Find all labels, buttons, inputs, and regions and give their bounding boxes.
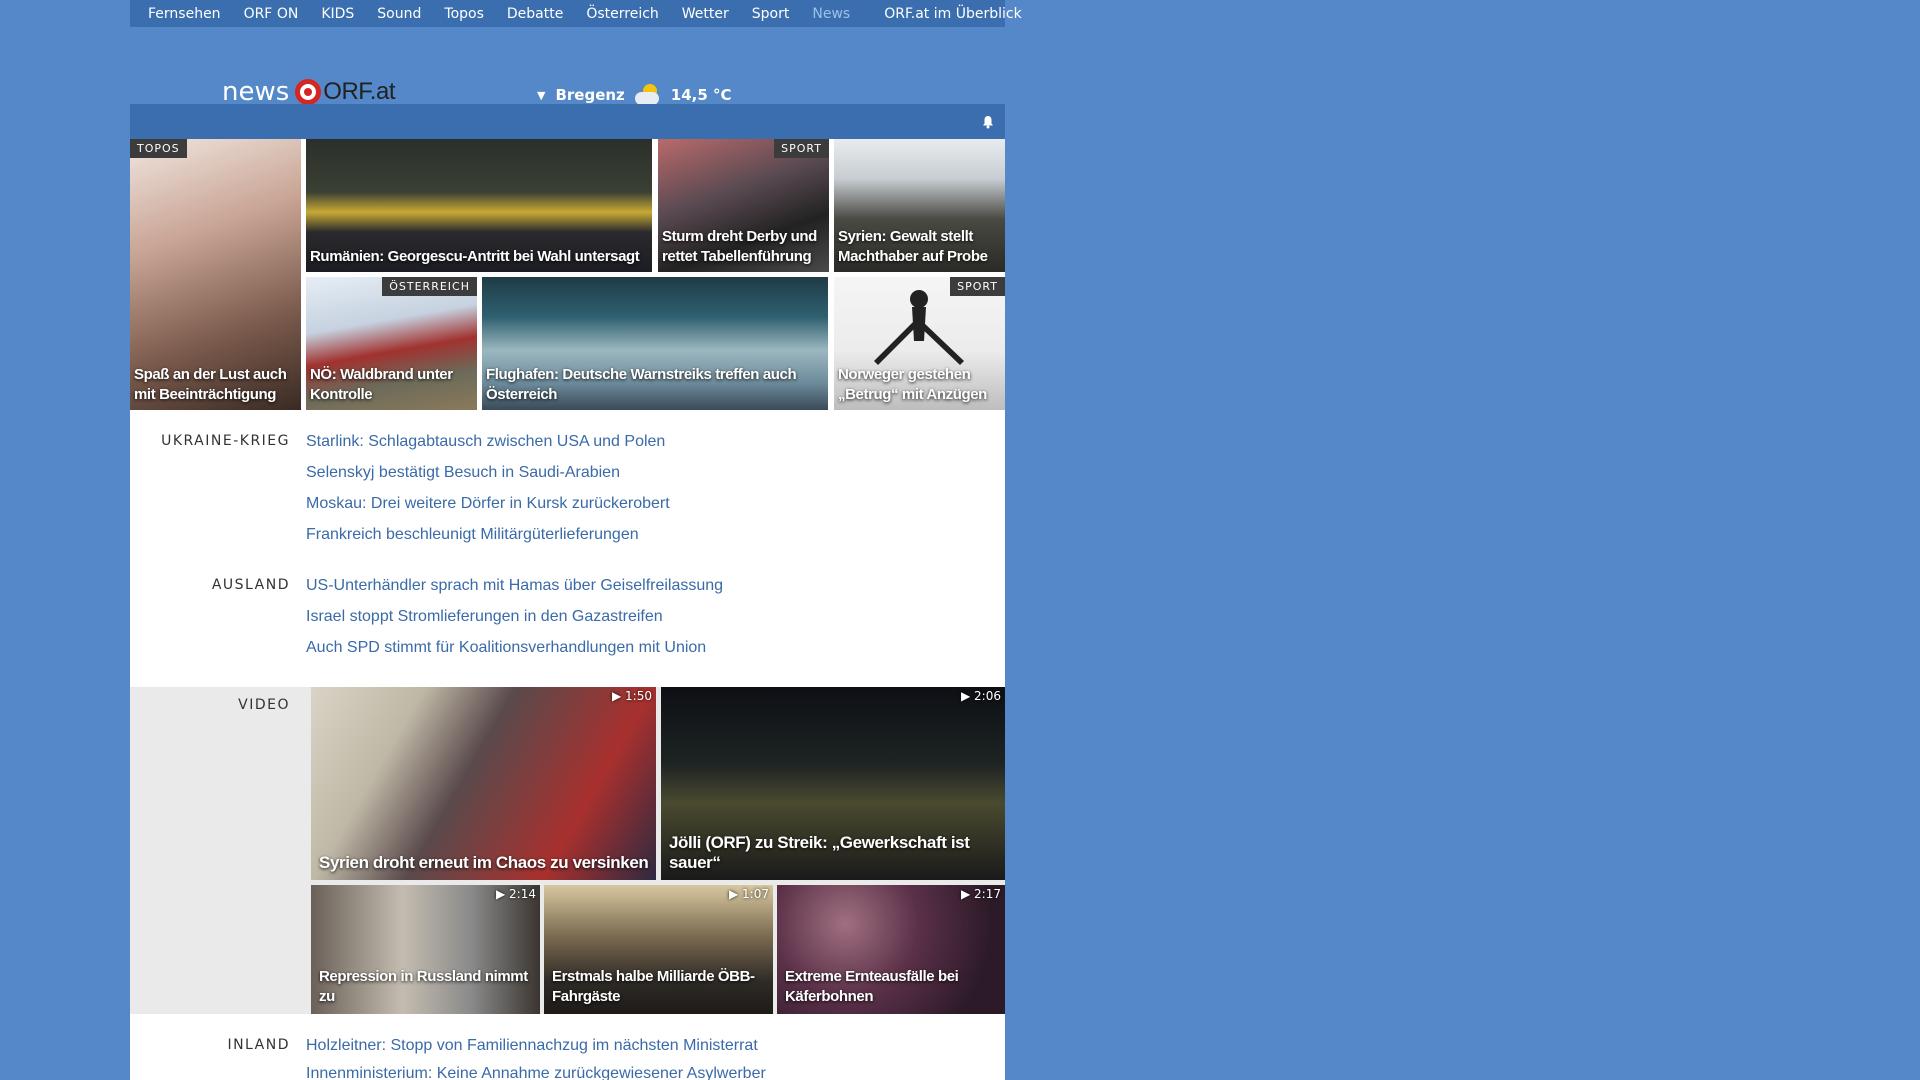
top-navigation: Fernsehen ORF ON KIDS Sound Topos Debatt… bbox=[130, 0, 1022, 27]
logo-orf-text: ORF.at bbox=[323, 78, 395, 105]
notification-bar bbox=[130, 104, 1005, 139]
nav-item-news[interactable]: News bbox=[812, 6, 850, 22]
section-ausland: AUSLAND US-Unterhändler sprach mit Hamas… bbox=[130, 577, 1005, 677]
link-list: Holzleitner: Stopp von Familiennachzug i… bbox=[306, 1030, 766, 1080]
section-label: VIDEO bbox=[238, 697, 290, 713]
news-orf-logo[interactable]: news ORF.at bbox=[222, 77, 395, 107]
nav-item-sound[interactable]: Sound bbox=[377, 6, 421, 22]
story-tile[interactable]: Rumänien: Georgescu-Antritt bei Wahl unt… bbox=[306, 139, 652, 272]
page: Fernsehen ORF ON KIDS Sound Topos Debatt… bbox=[130, 0, 1022, 1080]
logo-news-text: news bbox=[222, 77, 290, 107]
weather-city: Bregenz bbox=[555, 86, 625, 104]
news-link[interactable]: Frankreich beschleunigt Militärgüterlief… bbox=[306, 519, 670, 550]
link-list: US-Unterhändler sprach mit Hamas über Ge… bbox=[306, 570, 723, 663]
link-list: Starlink: Schlagabtausch zwischen USA un… bbox=[306, 426, 670, 550]
video-section: VIDEO ▶ 1:50 Syrien droht erneut im Chao… bbox=[130, 687, 1005, 1014]
video-tile[interactable]: ▶ 2:17 Extreme Ernteausfälle bei Käferbo… bbox=[777, 885, 1005, 1014]
story-tile[interactable]: Flughafen: Deutsche Warnstreiks treffen … bbox=[482, 277, 828, 410]
news-link[interactable]: US-Unterhändler sprach mit Hamas über Ge… bbox=[306, 570, 723, 601]
news-link[interactable]: Israel stoppt Stromlieferungen in den Ga… bbox=[306, 601, 723, 632]
tile-caption: Rumänien: Georgescu-Antritt bei Wahl unt… bbox=[310, 248, 640, 265]
category-tag: SPORT bbox=[774, 139, 829, 158]
nav-item-fernsehen[interactable]: Fernsehen bbox=[148, 6, 221, 22]
news-link[interactable]: Moskau: Drei weitere Dörfer in Kursk zur… bbox=[306, 488, 670, 519]
video-tile[interactable]: ▶ 2:14 Repression in Russland nimmt zu bbox=[311, 885, 540, 1014]
dropdown-arrow-icon[interactable]: ▼ bbox=[537, 89, 545, 102]
category-tag: ÖSTERREICH bbox=[382, 277, 477, 296]
video-duration: ▶ 1:07 bbox=[729, 887, 769, 901]
tile-caption: Norweger gestehen „Betrug“ mit Anzügen bbox=[838, 366, 987, 403]
nav-item-orf-on[interactable]: ORF ON bbox=[244, 6, 299, 22]
tile-caption: Erstmals halbe Milliarde ÖBB-Fahrgäste bbox=[552, 968, 755, 1005]
nav-item-oesterreich[interactable]: Österreich bbox=[586, 6, 658, 22]
news-link[interactable]: Auch SPD stimmt für Koalitionsverhandlun… bbox=[306, 632, 723, 663]
section-label: INLAND bbox=[227, 1037, 290, 1053]
nav-item-debatte[interactable]: Debatte bbox=[507, 6, 563, 22]
nav-overview-link[interactable]: ORF.at im Überblick bbox=[884, 6, 1021, 22]
tile-caption: Repression in Russland nimmt zu bbox=[319, 968, 528, 1005]
orf-ring-icon bbox=[295, 79, 322, 105]
nav-item-topos[interactable]: Topos bbox=[444, 6, 483, 22]
tile-caption: Extreme Ernteausfälle bei Käferbohnen bbox=[785, 968, 959, 1005]
news-link[interactable]: Starlink: Schlagabtausch zwischen USA un… bbox=[306, 426, 670, 457]
nav-item-wetter[interactable]: Wetter bbox=[682, 6, 729, 22]
news-link[interactable]: Holzleitner: Stopp von Familiennachzug i… bbox=[306, 1030, 766, 1061]
section-inland: INLAND Holzleitner: Stopp von Familienna… bbox=[130, 1037, 1005, 1080]
news-link[interactable]: Selenskyj bestätigt Besuch in Saudi-Arab… bbox=[306, 457, 670, 488]
category-tag: SPORT bbox=[950, 277, 1005, 296]
video-duration: ▶ 2:06 bbox=[961, 689, 1001, 703]
story-tile[interactable]: TOPOS Spaß an der Lust auch mit Beeinträ… bbox=[130, 139, 301, 410]
story-tile[interactable]: ÖSTERREICH NÖ: Waldbrand unter Kontrolle bbox=[306, 277, 477, 410]
nav-item-kids[interactable]: KIDS bbox=[321, 6, 354, 22]
video-tile[interactable]: ▶ 1:07 Erstmals halbe Milliarde ÖBB-Fahr… bbox=[544, 885, 773, 1014]
category-tag: TOPOS bbox=[130, 139, 187, 158]
tile-caption: Syrien droht erneut im Chaos zu versinke… bbox=[319, 853, 649, 872]
header: news ORF.at ▼ Bregenz 14,5 °C bbox=[130, 27, 1005, 107]
video-tile[interactable]: ▶ 1:50 Syrien droht erneut im Chaos zu v… bbox=[311, 687, 656, 880]
news-link[interactable]: Innenministerium: Keine Annahme zurückge… bbox=[306, 1061, 766, 1080]
section-label: AUSLAND bbox=[211, 577, 290, 593]
story-tile[interactable]: Syrien: Gewalt stellt Machthaber auf Pro… bbox=[834, 139, 1005, 272]
nav-item-sport[interactable]: Sport bbox=[752, 6, 790, 22]
story-tile[interactable]: SPORT Norweger gestehen „Betrug“ mit Anz… bbox=[834, 277, 1005, 410]
main-content: TOPOS Spaß an der Lust auch mit Beeinträ… bbox=[130, 139, 1005, 1080]
video-duration: ▶ 1:50 bbox=[612, 689, 652, 703]
section-ukraine-krieg: UKRAINE-KRIEG Starlink: Schlagabtausch z… bbox=[130, 433, 1005, 563]
tile-caption: NÖ: Waldbrand unter Kontrolle bbox=[310, 366, 453, 403]
video-tile[interactable]: ▶ 2:06 Jölli (ORF) zu Streik: „Gewerksch… bbox=[661, 687, 1005, 880]
tile-caption: Flughafen: Deutsche Warnstreiks treffen … bbox=[486, 366, 797, 403]
tile-caption: Spaß an der Lust auch mit Beeinträchtigu… bbox=[134, 366, 287, 403]
tile-caption: Jölli (ORF) zu Streik: „Gewerkschaft ist… bbox=[669, 833, 970, 872]
bell-icon[interactable] bbox=[981, 115, 995, 129]
tile-caption: Sturm dreht Derby und rettet Tabellenfüh… bbox=[662, 228, 817, 265]
weather-temperature: 14,5 °C bbox=[670, 86, 732, 104]
tile-caption: Syrien: Gewalt stellt Machthaber auf Pro… bbox=[838, 228, 988, 265]
story-tile[interactable]: SPORT Sturm dreht Derby und rettet Tabel… bbox=[658, 139, 829, 272]
video-duration: ▶ 2:17 bbox=[961, 887, 1001, 901]
section-label: UKRAINE-KRIEG bbox=[161, 433, 290, 449]
video-duration: ▶ 2:14 bbox=[496, 887, 536, 901]
